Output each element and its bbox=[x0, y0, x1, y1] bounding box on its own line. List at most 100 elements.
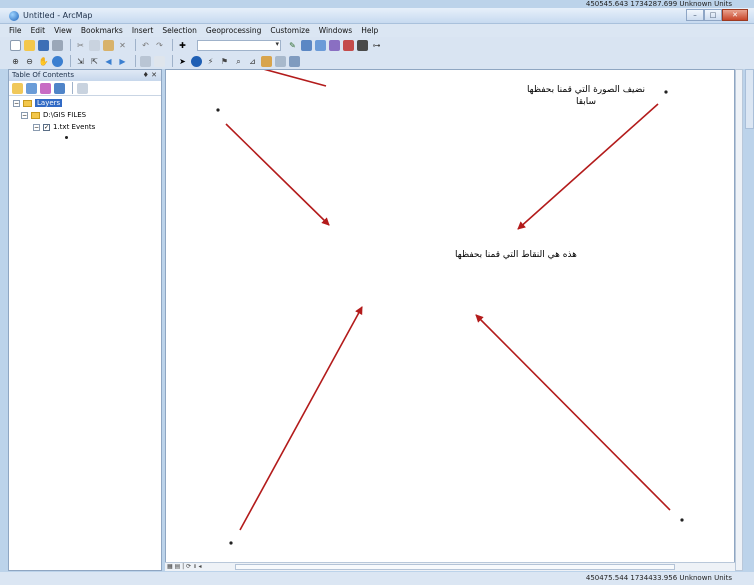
menu-windows[interactable]: Windows bbox=[319, 26, 352, 35]
list-by-source-icon[interactable] bbox=[26, 82, 37, 94]
layers-dataframe-icon bbox=[23, 99, 32, 107]
folder-icon bbox=[31, 111, 40, 119]
menu-geoprocessing[interactable]: Geoprocessing bbox=[206, 26, 261, 35]
menu-bookmarks[interactable]: Bookmarks bbox=[81, 26, 123, 35]
delete-icon[interactable]: ✕ bbox=[117, 40, 128, 51]
map-vertical-scrollbar[interactable] bbox=[735, 69, 743, 571]
back-extent-icon[interactable]: ◀ bbox=[103, 56, 114, 67]
map-point[interactable] bbox=[680, 518, 684, 522]
editor-toolbar-icon[interactable]: ✎ bbox=[287, 40, 298, 51]
table-of-contents-icon[interactable] bbox=[301, 39, 312, 51]
toc-title: Table Of Contents bbox=[12, 71, 75, 79]
close-button[interactable]: ✕ bbox=[722, 9, 748, 21]
toc-pin-close-icon[interactable]: ♦ ✕ bbox=[143, 70, 157, 81]
tree-row-layer[interactable]: − ✓ 1.txt Events bbox=[33, 122, 95, 132]
tree-row-folder[interactable]: − D:\GIS FILES bbox=[21, 110, 86, 120]
create-viewer-window-icon[interactable] bbox=[289, 55, 300, 67]
toolbar-separator bbox=[70, 55, 71, 67]
map-point[interactable] bbox=[216, 108, 220, 112]
copy-icon[interactable] bbox=[89, 39, 100, 51]
annotation-arrow bbox=[517, 103, 659, 230]
catalog-icon[interactable] bbox=[315, 39, 326, 51]
clear-selection-icon[interactable] bbox=[154, 55, 165, 67]
maximize-button[interactable]: □ bbox=[704, 9, 722, 21]
python-window-icon[interactable] bbox=[357, 39, 368, 51]
toolbar-separator bbox=[72, 82, 73, 94]
chevron-down-icon: ▾ bbox=[275, 39, 279, 48]
toc-toolbar bbox=[9, 81, 161, 96]
open-folder-icon[interactable] bbox=[24, 39, 35, 51]
redo-icon[interactable]: ↷ bbox=[154, 40, 165, 51]
annotation-text-middle: هذه هي النقاط التي قمنا بحفظها bbox=[455, 250, 577, 260]
menu-help[interactable]: Help bbox=[361, 26, 378, 35]
model-builder-icon[interactable]: ⊶ bbox=[371, 40, 382, 51]
folder-label: D:\GIS FILES bbox=[43, 111, 87, 119]
zoom-in-icon[interactable]: ⊕ bbox=[10, 56, 21, 67]
html-popup-icon[interactable]: ⚡ bbox=[205, 56, 216, 67]
arcmap-globe-icon bbox=[9, 11, 19, 21]
layout-view-toggle-icons[interactable]: ▦ ▤ | ⟳ ॥ ◂ bbox=[167, 563, 202, 571]
time-slider-icon[interactable] bbox=[275, 55, 286, 67]
annotation-line: سابقا bbox=[575, 97, 597, 107]
annotation-arrow bbox=[239, 306, 363, 531]
catalog-dock-tab[interactable] bbox=[745, 69, 754, 129]
map-display[interactable]: نضيف الصورة التي قمنا بحفظها سابقا هذه ه… bbox=[165, 69, 735, 571]
toolbar-separator bbox=[70, 39, 71, 51]
tree-row-layers[interactable]: − Layers bbox=[13, 98, 63, 108]
search-window-icon[interactable] bbox=[329, 39, 340, 51]
select-elements-icon[interactable]: ➤ bbox=[177, 56, 188, 67]
go-to-xy-icon[interactable] bbox=[261, 55, 272, 67]
layers-label[interactable]: Layers bbox=[35, 99, 63, 107]
menu-insert[interactable]: Insert bbox=[132, 26, 154, 35]
print-icon[interactable] bbox=[52, 39, 63, 51]
measure-icon[interactable]: ⊿ bbox=[247, 56, 258, 67]
cut-icon[interactable]: ✂ bbox=[75, 40, 86, 51]
tools-toolbar: ⊕ ⊖ ✋ ⇲ ⇱ ◀ ▶ ➤ ⚡ ⚑ ⌕ ⊿ bbox=[0, 53, 754, 69]
menu-file[interactable]: File bbox=[9, 26, 22, 35]
list-by-selection-icon[interactable] bbox=[54, 82, 65, 94]
annotation-text-top: نضيف الصورة التي قمنا بحفظها سابقا bbox=[506, 84, 666, 108]
list-by-drawing-order-icon[interactable] bbox=[12, 82, 23, 94]
table-of-contents-panel: Table Of Contents ♦ ✕ − Layers − D:\GIS … bbox=[8, 69, 162, 571]
layer-visibility-checkbox[interactable]: ✓ bbox=[43, 123, 50, 131]
collapse-icon[interactable]: − bbox=[13, 99, 20, 107]
title-bar: Untitled - ArcMap – □ ✕ bbox=[0, 8, 754, 24]
new-document-icon[interactable] bbox=[10, 39, 21, 51]
coordinate-readout: 450475.544 1734433.956 Unknown Units bbox=[585, 574, 732, 582]
list-by-visibility-icon[interactable] bbox=[40, 82, 51, 94]
toolbar-separator bbox=[135, 55, 136, 67]
undo-icon[interactable]: ↶ bbox=[140, 40, 151, 51]
select-features-icon[interactable] bbox=[140, 55, 151, 67]
scrollbar-thumb[interactable] bbox=[235, 564, 675, 570]
save-icon[interactable] bbox=[38, 39, 49, 51]
find-icon[interactable]: ⌕ bbox=[233, 56, 244, 67]
fixed-zoom-in-icon[interactable]: ⇲ bbox=[75, 56, 86, 67]
menu-selection[interactable]: Selection bbox=[162, 26, 197, 35]
minimize-button[interactable]: – bbox=[686, 9, 704, 21]
pan-icon[interactable]: ✋ bbox=[38, 56, 49, 67]
menu-customize[interactable]: Customize bbox=[270, 26, 309, 35]
paste-icon[interactable] bbox=[103, 39, 114, 51]
identify-icon[interactable] bbox=[191, 55, 202, 67]
zoom-out-icon[interactable]: ⊖ bbox=[24, 56, 35, 67]
collapse-icon[interactable]: − bbox=[21, 111, 28, 119]
map-point[interactable] bbox=[229, 541, 233, 545]
forward-extent-icon[interactable]: ▶ bbox=[117, 56, 128, 67]
toc-options-icon[interactable] bbox=[77, 82, 88, 94]
arctoolbox-icon[interactable] bbox=[343, 39, 354, 51]
map-scale-dropdown[interactable]: ▾ bbox=[197, 39, 281, 51]
status-bar: 450475.544 1734433.956 Unknown Units bbox=[0, 572, 754, 585]
annotation-arrow bbox=[225, 123, 330, 226]
point-symbol-icon bbox=[65, 136, 68, 139]
menu-edit[interactable]: Edit bbox=[31, 26, 46, 35]
full-extent-icon[interactable] bbox=[52, 55, 63, 67]
annotation-line: نضيف الصورة التي قمنا بحفظها bbox=[526, 85, 646, 95]
add-data-icon[interactable]: ✚ bbox=[177, 40, 188, 51]
annotation-arrow bbox=[263, 70, 327, 87]
map-horizontal-scrollbar[interactable]: ▦ ▤ | ⟳ ॥ ◂ bbox=[165, 562, 735, 571]
window-controls: – □ ✕ bbox=[686, 9, 748, 21]
hyperlink-icon[interactable]: ⚑ bbox=[219, 56, 230, 67]
fixed-zoom-out-icon[interactable]: ⇱ bbox=[89, 56, 100, 67]
collapse-icon[interactable]: − bbox=[33, 123, 40, 131]
menu-view[interactable]: View bbox=[54, 26, 72, 35]
